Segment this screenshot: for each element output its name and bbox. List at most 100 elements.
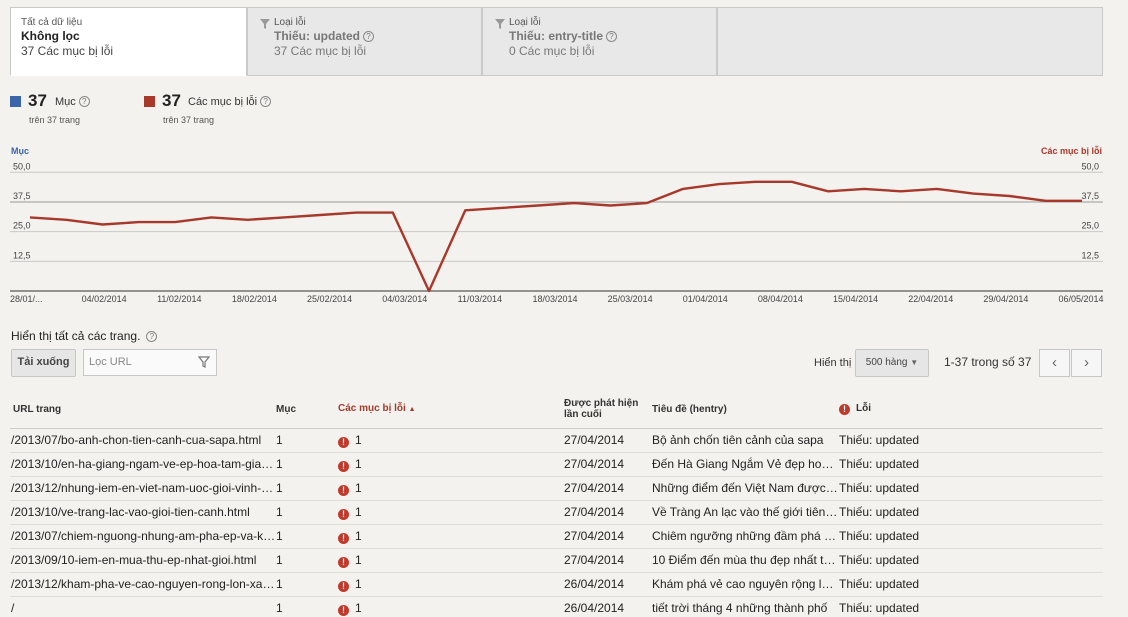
tab-caption: Tất cả dữ liệu [21,17,83,28]
help-icon[interactable]: ? [78,96,90,107]
tab-caption: Loại lỗi [274,17,306,28]
row-items: 1 [276,452,338,477]
row-error-type: Thiếu: updated [839,572,1103,597]
error-icon: ! [338,556,349,568]
row-date: 27/04/2014 [564,524,652,549]
row-errors: ! 1 [338,548,564,573]
row-title: tiết trời tháng 4 những thành phố [652,596,839,617]
legend-swatch-errors [144,96,155,107]
row-url[interactable]: / [10,596,276,617]
table-row[interactable]: /2013/10/ve-trang-lac-vao-gioi-tien-canh… [10,500,1103,525]
series-line-errors [29,180,1082,293]
row-url[interactable]: /2013/09/10-iem-en-mua-thu-ep-nhat-gioi.… [10,548,276,573]
rows-per-page-select[interactable]: 500 hàng ▼ [855,349,929,377]
row-date: 27/04/2014 [564,476,652,501]
help-icon[interactable]: ? [363,31,374,42]
table-row[interactable]: /2013/07/bo-anh-chon-tien-canh-cua-sapa.… [10,428,1103,453]
x-tick-label: 18/02/2014 [232,294,277,304]
y-tick-left: 37,5 [13,191,31,201]
help-icon[interactable]: ? [606,31,618,42]
row-url[interactable]: /2013/07/chiem-nguong-nhung-am-pha-ep-va… [10,524,276,549]
row-title: Khám phá vẻ cao nguyên rộng lớn xanh [652,572,839,597]
tab-count: 37 Các mục bị lỗi [21,44,114,58]
next-page-button[interactable]: › [1071,349,1102,377]
filter-tabs: Tất cả dữ liệu Không lọc 37 Các mục bị l… [10,7,1103,76]
tab-missing-entry-title[interactable]: Loại lỗi Thiếu: entry-title? 0 Các mục b… [482,7,717,75]
row-date: 27/04/2014 [564,500,652,525]
row-date: 27/04/2014 [564,452,652,477]
table-row[interactable]: /2013/09/10-iem-en-mua-thu-ep-nhat-gioi.… [10,548,1103,573]
row-url[interactable]: /2013/10/ve-trang-lac-vao-gioi-tien-canh… [10,500,276,525]
help-icon[interactable]: ? [146,331,158,342]
x-tick-label: 25/02/2014 [307,294,352,304]
x-tick-label: 28/01/... [10,294,43,304]
row-date: 27/04/2014 [564,548,652,573]
row-title: 10 Điểm đến mùa thu đẹp nhất thế giới [652,548,839,573]
col-errors[interactable]: Các mục bị lỗi ▲ [338,391,564,429]
prev-page-button[interactable]: ‹ [1039,349,1070,377]
error-icon: ! [338,532,349,544]
table-row[interactable]: /2013/12/kham-pha-ve-cao-nguyen-rong-lon… [10,572,1103,597]
dropdown-caret-icon: ▼ [910,358,919,367]
tab-empty [717,7,1103,75]
row-items: 1 [276,572,338,597]
row-errors: ! 1 [338,572,564,597]
metric-number: 37 [162,91,181,110]
tab-all-data[interactable]: Tất cả dữ liệu Không lọc 37 Các mục bị l… [10,7,247,76]
table-row[interactable]: /2013/10/en-ha-giang-ngam-ve-ep-hoa-tam-… [10,452,1103,477]
x-tick-label: 06/05/2014 [1058,294,1103,304]
tab-missing-updated[interactable]: Loại lỗi Thiếu: updated? 37 Các mục bị l… [247,7,482,75]
col-items[interactable]: Mục [276,391,338,429]
row-date: 26/04/2014 [564,572,652,597]
x-tick-label: 29/04/2014 [983,294,1028,304]
x-tick-label: 11/03/2014 [458,294,502,304]
x-tick-label: 18/03/2014 [532,294,577,304]
table-row[interactable]: /1! 1 26/04/2014 tiết trời tháng 4 những th… [10,596,1103,617]
legend-swatch-items [10,96,21,107]
col-detected[interactable]: Được phát hiện lần cuối [564,391,652,429]
col-title[interactable]: Tiêu đề (hentry) [652,391,839,429]
row-error-type: Thiếu: updated [839,476,1103,501]
y-tick-left: 50,0 [13,161,31,171]
y-tick-left: 25,0 [13,221,31,231]
tab-title: Thiếu: updated [274,29,360,43]
x-tick-label: 04/02/2014 [82,294,127,304]
error-icon: ! [338,604,349,616]
line-chart: Mục Các mục bị lỗi 50,0 50,0 37,5 37,5 25,0 2… [10,146,1104,304]
row-error-type: Thiếu: updated [839,548,1103,573]
help-icon[interactable]: ? [260,96,272,107]
table-row[interactable]: /2013/12/nhung-iem-en-viet-nam-uoc-gioi-… [10,476,1103,501]
error-icon: ! [338,484,349,496]
funnel-icon[interactable] [198,356,210,368]
y-tick-right: 37,5 [1081,191,1099,201]
x-tick-label: 04/03/2014 [382,294,427,304]
row-items: 1 [276,428,338,453]
row-errors: ! 1 [338,596,564,617]
row-title: Đến Hà Giang Ngắm Vẻ đẹp hoa tam giác mạ… [652,452,839,477]
pager-info: 1-37 trong số 37 [944,355,1032,369]
row-items: 1 [276,476,338,501]
row-error-type: Thiếu: updated [839,452,1103,477]
y-tick-right: 50,0 [1081,161,1099,171]
error-icon: ! [338,436,349,448]
col-error[interactable]: ! Lỗi [839,391,1103,429]
rows-label: Hiển thị [814,357,852,369]
row-url[interactable]: /2013/10/en-ha-giang-ngam-ve-ep-hoa-tam-… [10,452,276,477]
chevron-right-icon: › [1084,354,1089,371]
metric-label: Các mục bị lỗi [188,96,258,108]
table-row[interactable]: /2013/07/chiem-nguong-nhung-am-pha-ep-va… [10,524,1103,549]
funnel-icon [495,19,505,29]
row-url[interactable]: /2013/07/bo-anh-chon-tien-canh-cua-sapa.… [10,428,276,453]
error-icon: ! [839,404,850,416]
row-url[interactable]: /2013/12/kham-pha-ve-cao-nguyen-rong-lon… [10,572,276,597]
row-title: Bộ ảnh chốn tiên cảnh của sapa [652,428,839,453]
row-errors: ! 1 [338,428,564,453]
row-url[interactable]: /2013/12/nhung-iem-en-viet-nam-uoc-gioi-… [10,476,276,501]
col-url[interactable]: URL trang [10,391,276,429]
download-button[interactable]: Tải xuống [11,349,76,377]
url-filter-input[interactable]: Lọc URL [83,349,217,376]
pages-table: URL trang Mục Các mục bị lỗi ▲ Được phát… [10,391,1103,617]
x-tick-label: 22/04/2014 [908,294,953,304]
row-title: Những điểm đến Việt Nam được giới vinh d… [652,476,839,501]
error-icon: ! [338,460,349,472]
